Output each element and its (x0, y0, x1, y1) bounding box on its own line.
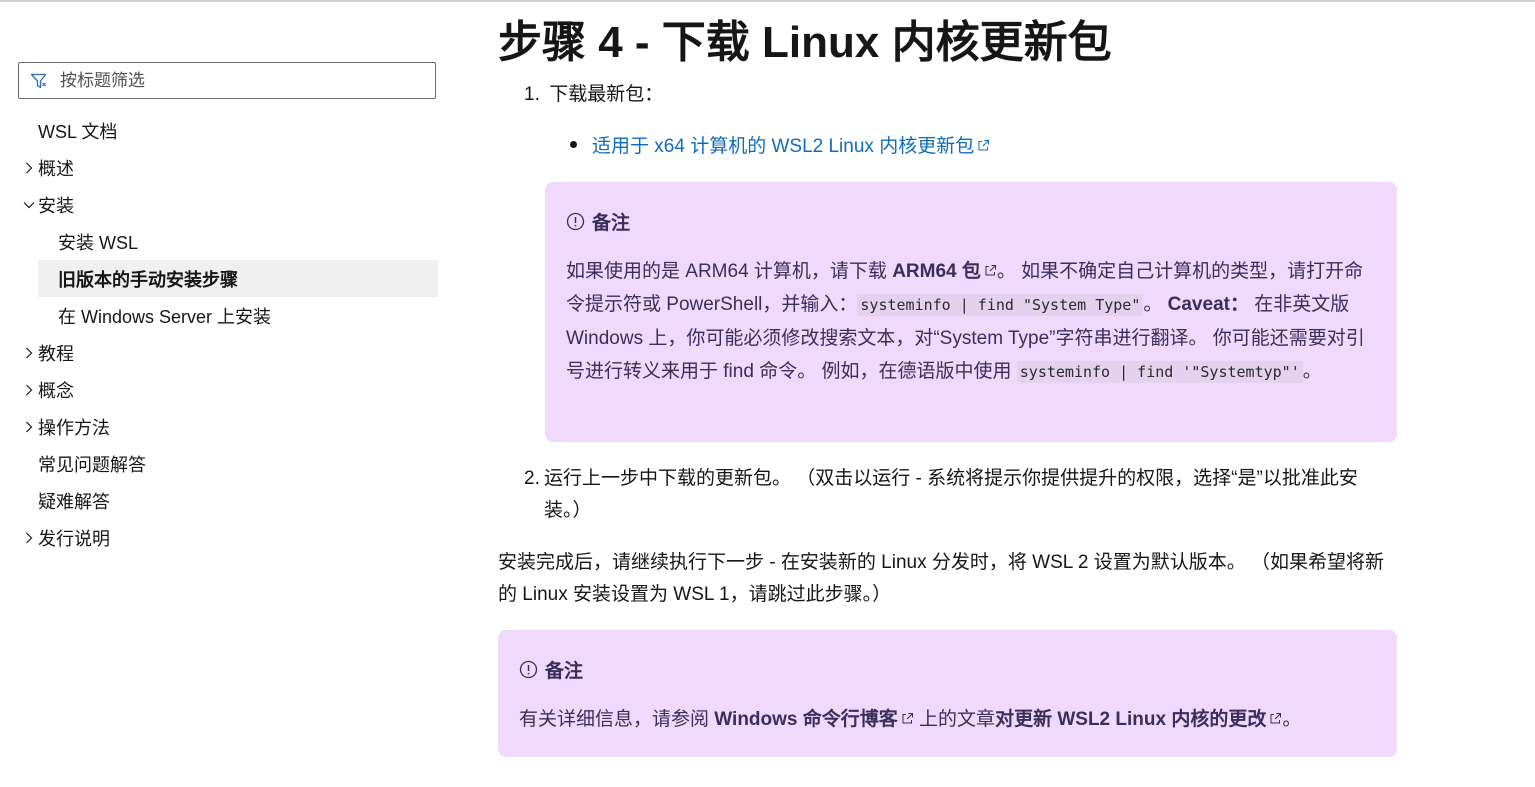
page-title: 步骤 4 - 下载 Linux 内核更新包 (498, 18, 1112, 67)
chevron-right-icon[interactable] (22, 420, 36, 434)
external-link-icon (1270, 713, 1282, 724)
toc-item-label: 安装 WSL (58, 232, 139, 253)
code-systeminfo: systeminfo | find "System Type" (857, 294, 1144, 316)
toc-item-label: 发行说明 (38, 528, 110, 549)
toc-item[interactable]: 旧版本的手动安装步骤 (38, 260, 438, 297)
toc-item[interactable]: 概述 (18, 149, 438, 186)
x64-kernel-download-link[interactable]: 适用于 x64 计算机的 WSL2 Linux 内核更新包 (592, 136, 990, 157)
caveat-label: Caveat： (1167, 294, 1249, 315)
toc-item-label: 概念 (38, 380, 74, 401)
info-icon (519, 660, 538, 679)
chevron-down-icon[interactable] (22, 198, 36, 212)
toc-item[interactable]: 常见问题解答 (18, 445, 438, 482)
toc-item[interactable]: 疑难解答 (18, 482, 438, 519)
step-2-text: 运行上一步中下载的更新包。 （双击以运行 - 系统将提示你提供提升的权限，选择“… (544, 468, 1358, 521)
external-link-icon (985, 265, 996, 276)
toc-item-label: 旧版本的手动安装步骤 (58, 269, 238, 290)
toc-item[interactable]: 发行说明 (18, 519, 438, 556)
toc-item[interactable]: 概念 (18, 371, 438, 408)
arm64-package-link[interactable]: ARM64 包 (892, 261, 981, 282)
note-body: 有关详细信息，请参阅 Windows 命令行博客 上的文章对更新 WSL2 Li… (519, 709, 1302, 730)
note-title: 备注 (519, 656, 583, 683)
note-callout-2: 备注 有关详细信息，请参阅 Windows 命令行博客 上的文章对更新 WSL2… (498, 630, 1397, 757)
toc-item-label: 安装 (38, 195, 74, 216)
bullet-dot (570, 141, 577, 149)
info-icon (566, 212, 585, 231)
toc-item-label: 概述 (38, 158, 74, 179)
toc-item[interactable]: 安装 WSL (18, 223, 438, 260)
table-of-contents: WSL 文档 概述安装安装 WSL 旧版本的手动安装步骤在 Windows Serv… (18, 112, 438, 556)
chevron-right-icon[interactable] (22, 531, 36, 545)
toc-item[interactable]: 教程 (18, 334, 438, 371)
note-body: 如果使用的是 ARM64 计算机，请下载 ARM64 包。 如果不确定自己计算机… (566, 261, 1365, 383)
chevron-right-icon[interactable] (22, 346, 36, 360)
step-2: 2. 运行上一步中下载的更新包。 （双击以运行 - 系统将提示你提供提升的权限，选… (524, 463, 1394, 527)
external-link-icon (902, 713, 913, 724)
chevron-right-icon[interactable] (22, 383, 36, 397)
toc-item-label: 疑难解答 (38, 491, 110, 512)
toc-item[interactable]: 安装 (18, 186, 438, 223)
toc-item-label: 教程 (38, 343, 74, 364)
code-systemtyp: systeminfo | find '"Systemtyp"' (1016, 361, 1303, 383)
toc-item[interactable]: 操作方法 (18, 408, 438, 445)
toc-item-label: WSL 文档 (38, 121, 118, 142)
toc-item[interactable]: WSL 文档 (18, 112, 438, 149)
download-list-item: 适用于 x64 计算机的 WSL2 Linux 内核更新包 (570, 131, 990, 163)
step-1-text: 下载最新包： (549, 84, 664, 105)
filter-box[interactable] (18, 62, 436, 99)
note-title: 备注 (566, 208, 630, 235)
toc-item-label: 常见问题解答 (38, 454, 146, 475)
note-callout: 备注 如果使用的是 ARM64 计算机，请下载 ARM64 包。 如果不确定自己… (545, 182, 1397, 442)
filter-icon (29, 71, 49, 91)
step-1-number: 1. (524, 84, 540, 105)
toc-item[interactable]: 在 Windows Server 上安装 (18, 297, 438, 334)
step-2-number: 2. (524, 468, 540, 489)
toc-item-label: 在 Windows Server 上安装 (58, 306, 272, 327)
external-link-icon (978, 140, 990, 151)
after-install-paragraph: 安装完成后，请继续执行下一步 - 在安装新的 Linux 分发时，将 WSL 2… (498, 552, 1385, 605)
filter-input[interactable] (58, 69, 435, 92)
windows-cmdline-blog-link[interactable]: Windows 命令行博客 (714, 709, 898, 730)
step-1: 1. 下载最新包： (524, 79, 1384, 111)
toc-item-label: 操作方法 (38, 417, 110, 438)
chevron-right-icon[interactable] (22, 161, 36, 175)
kernel-changes-article-link[interactable]: 对更新 WSL2 Linux 内核的更改 (995, 709, 1266, 730)
top-border (0, 0, 1535, 2)
